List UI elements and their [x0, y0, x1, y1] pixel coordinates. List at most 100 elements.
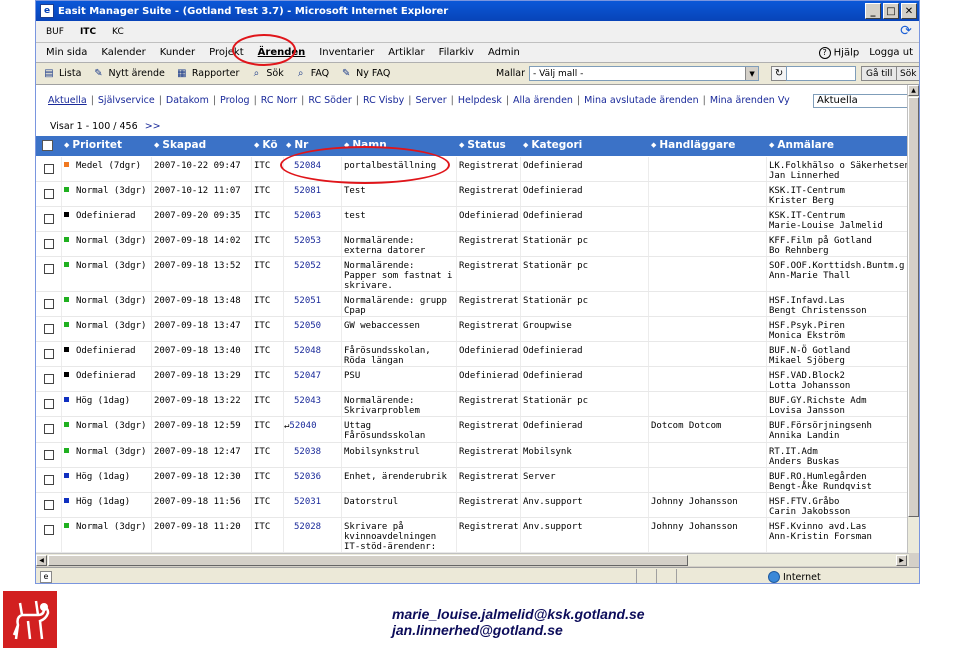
maximize-button[interactable]: □ [883, 3, 899, 19]
table-row[interactable]: Hög (1dag) 2007-09-18 12:30 ITC 52036 Enhet,… [36, 468, 909, 493]
case-number-link[interactable]: 52031 [294, 497, 321, 507]
menu-min-sida[interactable]: Min sida [46, 47, 87, 58]
col-header-ko[interactable]: ◆ Kö [254, 139, 278, 151]
col-header-status[interactable]: ◆ Status [459, 139, 506, 151]
row-checkbox[interactable] [44, 399, 54, 409]
table-row[interactable]: Medel (7dgr) 2007-10-22 09:47 ITC 52084 port… [36, 157, 909, 182]
row-checkbox[interactable] [44, 189, 54, 199]
horizontal-scroll-thumb[interactable] [48, 555, 688, 566]
mallar-select[interactable]: - Välj mall - ▼ [529, 66, 760, 81]
row-checkbox[interactable] [44, 374, 54, 384]
row-checkbox[interactable] [44, 500, 54, 510]
scroll-right-icon[interactable]: ▶ [896, 555, 907, 566]
toolbar-reports-button[interactable]: ▦ Rapporter [175, 68, 239, 80]
view-select[interactable]: Aktuella [813, 94, 909, 108]
table-row[interactable]: Odefinierad 2007-09-18 13:40 ITC 52048 Fårös… [36, 342, 909, 367]
menu-artiklar[interactable]: Artiklar [388, 47, 424, 58]
vertical-scrollbar[interactable]: ▲ [907, 85, 919, 553]
logout-link[interactable]: Logga ut [869, 47, 913, 58]
cell-case-number[interactable]: 52048 [294, 346, 321, 356]
table-row[interactable]: Normal (3dgr) 2007-09-18 11:20 ITC 52028 Skr… [36, 518, 909, 553]
row-checkbox[interactable] [44, 239, 54, 249]
refresh-icon[interactable]: ↻ [771, 66, 788, 81]
menu-inventarier[interactable]: Inventarier [319, 47, 374, 58]
col-header-anmalare[interactable]: ◆ Anmälare [769, 139, 834, 151]
menu-admin[interactable]: Admin [488, 47, 520, 58]
cell-case-number[interactable]: 52053 [294, 236, 321, 246]
case-number-link[interactable]: 52047 [294, 371, 321, 381]
cell-case-number[interactable]: 52036 [294, 472, 321, 482]
table-row[interactable]: Odefinierad 2007-09-20 09:35 ITC 52063 test O… [36, 207, 909, 232]
paging-next-link[interactable]: >> [145, 121, 161, 132]
menu-filarkiv[interactable]: Filarkiv [439, 47, 474, 58]
view-link[interactable]: RC Norr [261, 95, 297, 106]
scroll-left-icon[interactable]: ◀ [36, 555, 47, 566]
view-link[interactable]: Självservice [98, 95, 155, 106]
row-checkbox[interactable] [44, 424, 54, 434]
vertical-scroll-thumb[interactable] [908, 97, 919, 517]
cell-case-number[interactable]: 52028 [294, 522, 321, 532]
toolbar-new-case-button[interactable]: ✎ Nytt ärende [91, 68, 165, 80]
view-link[interactable]: Aktuella [48, 95, 87, 106]
search-submit-button[interactable]: Sök [896, 66, 919, 81]
col-header-nr[interactable]: ◆ Nr [286, 139, 308, 151]
menu-kalender[interactable]: Kalender [101, 47, 145, 58]
cell-case-number[interactable]: 52081 [294, 186, 321, 196]
case-number-link[interactable]: 52050 [294, 321, 321, 331]
row-checkbox[interactable] [44, 164, 54, 174]
toolbar-new-faq-button[interactable]: ✎ Ny FAQ [339, 68, 390, 80]
horizontal-scrollbar[interactable]: ◀ ▶ [36, 553, 909, 566]
menu-kunder[interactable]: Kunder [160, 47, 195, 58]
case-number-link[interactable]: 52052 [294, 261, 321, 271]
view-link[interactable]: RC Visby [363, 95, 404, 106]
cell-case-number[interactable]: 52031 [294, 497, 321, 507]
case-number-link[interactable]: 52053 [294, 236, 321, 246]
table-row[interactable]: Normal (3dgr) 2007-09-18 13:47 ITC 52050 GW … [36, 317, 909, 342]
close-button[interactable]: ✕ [901, 3, 917, 19]
row-checkbox[interactable] [44, 475, 54, 485]
goto-button[interactable]: Gå till [861, 66, 898, 81]
select-all-checkbox[interactable] [42, 140, 53, 151]
view-link[interactable]: Mina ärenden Vy [710, 95, 790, 106]
table-row[interactable]: Odefinierad 2007-09-18 13:29 ITC 52047 PSU Od… [36, 367, 909, 392]
table-row[interactable]: Hög (1dag) 2007-09-18 13:22 ITC 52043 Normal… [36, 392, 909, 417]
top-tab-kc[interactable]: KC [110, 25, 126, 39]
cell-case-number[interactable]: 52047 [294, 371, 321, 381]
help-link[interactable]: ? Hjälp [818, 46, 859, 59]
col-header-prioritet[interactable]: ◆ Prioritet [64, 139, 122, 151]
toolbar-faq-button[interactable]: ⌕ FAQ [294, 68, 329, 80]
row-checkbox[interactable] [44, 264, 54, 274]
view-link[interactable]: Helpdesk [458, 95, 502, 106]
cell-case-number[interactable]: 52051 [294, 296, 321, 306]
col-header-handlaggare[interactable]: ◆ Handläggare [651, 139, 735, 151]
row-checkbox[interactable] [44, 450, 54, 460]
toolbar-lista-button[interactable]: ▤ Lista [42, 68, 81, 80]
view-link[interactable]: Prolog [220, 95, 250, 106]
row-checkbox[interactable] [44, 214, 54, 224]
table-row[interactable]: Hög (1dag) 2007-09-18 11:56 ITC 52031 Dators… [36, 493, 909, 518]
case-number-link[interactable]: 52051 [294, 296, 321, 306]
cell-case-number[interactable]: 52043 [294, 396, 321, 406]
cell-case-number[interactable]: ↵52040 [284, 421, 317, 431]
top-tab-itc[interactable]: ITC [78, 25, 98, 39]
row-checkbox[interactable] [44, 349, 54, 359]
view-link[interactable]: RC Söder [308, 95, 351, 106]
scroll-up-icon[interactable]: ▲ [908, 85, 919, 96]
case-number-link[interactable]: 52063 [294, 211, 321, 221]
table-row[interactable]: Normal (3dgr) 2007-09-18 13:52 ITC 52052 Nor… [36, 257, 909, 292]
case-number-link[interactable]: 52040 [289, 421, 316, 431]
view-link[interactable]: Mina avslutade ärenden [584, 95, 698, 106]
case-number-link[interactable]: 52081 [294, 186, 321, 196]
view-link[interactable]: Alla ärenden [513, 95, 573, 106]
col-header-skapad[interactable]: ◆ Skapad [154, 139, 206, 151]
row-checkbox[interactable] [44, 324, 54, 334]
table-row[interactable]: Normal (3dgr) 2007-09-18 12:59 ITC ↵52040 Ut… [36, 417, 909, 443]
view-link[interactable]: Datakom [166, 95, 209, 106]
table-row[interactable]: Normal (3dgr) 2007-09-18 12:47 ITC 52038 Mob… [36, 443, 909, 468]
top-tab-buf[interactable]: BUF [44, 25, 66, 39]
row-checkbox[interactable] [44, 525, 54, 535]
goto-input[interactable] [786, 66, 856, 81]
case-number-link[interactable]: 52038 [294, 447, 321, 457]
case-number-link[interactable]: 52043 [294, 396, 321, 406]
minimize-button[interactable]: _ [865, 3, 881, 19]
